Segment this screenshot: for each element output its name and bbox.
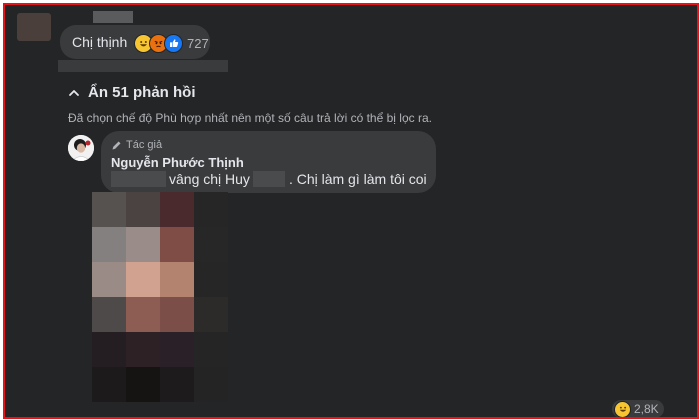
chevron-up-icon [69, 89, 79, 96]
reply-author-name[interactable]: Nguyễn Phước Thịnh [111, 155, 244, 170]
reaction-count: 727 [187, 35, 209, 51]
pixelated-photo[interactable] [92, 192, 228, 402]
like-icon [164, 33, 183, 53]
author-avatar[interactable] [68, 135, 94, 161]
reply-reactions[interactable]: 2,8K [612, 400, 664, 417]
hide-replies-button[interactable]: Ẩn 51 phản hồi [68, 84, 196, 101]
pen-icon [112, 141, 121, 149]
reply-text: vâng chị Huy . Chị làm gì làm tôi coi [111, 171, 427, 187]
commenter-name-redacted [93, 11, 133, 23]
haha-icon [614, 400, 631, 417]
reply-reaction-count: 2,8K [634, 402, 659, 416]
reply-text-part1: vâng chị Huy [169, 171, 250, 187]
comment-actions-redacted [58, 60, 228, 72]
author-badge-label: Tác giả [126, 139, 163, 151]
hide-replies-label: Ẩn 51 phản hồi [88, 84, 196, 101]
filter-note: Đã chọn chế độ Phù hợp nhất nên một số c… [68, 111, 432, 125]
top-comment-text: Chị thịnh [72, 34, 128, 50]
top-comment-reactions[interactable]: 727 [134, 32, 209, 54]
reply-text-part2: . Chị làm gì làm tôi coi [288, 171, 427, 187]
author-badge: Tác giả [111, 139, 162, 151]
tagged-name-redacted [111, 171, 166, 187]
tagged-name-redacted-2 [252, 171, 285, 187]
commenter-avatar-blurred[interactable] [17, 13, 51, 41]
comment-thread-panel: Chị thịnh 727 Ẩn 51 phản hồi Đã chọn chế… [3, 3, 699, 419]
reply-bubble: Tác giả Nguyễn Phước Thịnh vâng chị Huy … [101, 131, 436, 193]
